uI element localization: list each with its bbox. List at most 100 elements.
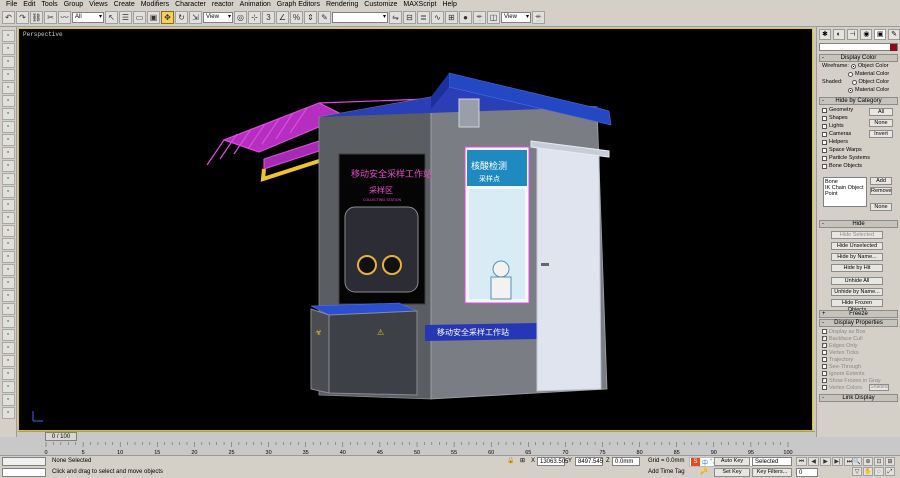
particle-systems-checkbox[interactable] [822, 155, 827, 161]
prop-vertex-colors[interactable]: Vertex Colors Shaded [817, 384, 900, 391]
lt-tool-24-icon[interactable]: ▫ [1, 329, 15, 341]
helpers-checkbox[interactable] [822, 139, 827, 145]
select-by-name-icon[interactable]: ☰ [119, 11, 132, 24]
y-coordinate-field[interactable]: 8497.545 [575, 457, 603, 466]
menu-file[interactable]: File [3, 0, 20, 9]
bind-space-warp-icon[interactable]: 〰 [58, 11, 71, 24]
unlink-icon[interactable]: ✂ [44, 11, 57, 24]
lt-tool-13-icon[interactable]: ▫ [1, 186, 15, 198]
menu-character[interactable]: Character [172, 0, 209, 9]
hide-by-name-button[interactable]: Hide by Name... [831, 253, 883, 261]
shaded-material-color-radio[interactable] [848, 87, 853, 93]
category-particle-systems[interactable]: Particle Systems [817, 154, 870, 162]
menu-rendering[interactable]: Rendering [323, 0, 361, 9]
quick-render-icon[interactable]: ☕ [532, 11, 545, 24]
perspective-viewport[interactable]: Perspective 移动安全采样工作站 采样区 COLLECTING STA… [18, 28, 813, 431]
select-and-rotate-icon[interactable]: ↻ [175, 11, 188, 24]
lt-tool-21-icon[interactable]: ▫ [1, 290, 15, 302]
pan-icon[interactable]: ✋ [863, 467, 873, 476]
lt-tool-3-icon[interactable]: ▫ [1, 56, 15, 68]
set-key-button[interactable]: Set Key [714, 468, 750, 477]
absolute-mode-icon[interactable]: ⊞ [520, 457, 525, 466]
menu-edit[interactable]: Edit [20, 0, 38, 9]
material-editor-icon[interactable]: ● [459, 11, 472, 24]
menu-help[interactable]: Help [439, 0, 459, 9]
menu-modifiers[interactable]: Modifiers [138, 0, 172, 9]
hierarchy-tab-icon[interactable]: ⊣ [846, 29, 859, 40]
category-space-warps[interactable]: Space Warps [817, 146, 870, 154]
zoom-icon[interactable]: 🔍 [852, 457, 862, 466]
time-slider-thumb[interactable]: 0 / 100 [45, 432, 77, 441]
filter-item-point[interactable]: Point [825, 191, 865, 197]
previous-frame-icon[interactable]: ◀ [808, 457, 819, 466]
see-through-checkbox[interactable] [822, 364, 827, 369]
menu-create[interactable]: Create [111, 0, 138, 9]
spinner-snap-icon[interactable]: ⇕ [304, 11, 317, 24]
arc-rotate-icon[interactable]: ◌ [874, 467, 884, 476]
pivot-center-icon[interactable]: ◎ [234, 11, 247, 24]
lt-tool-16-icon[interactable]: ▫ [1, 225, 15, 237]
lt-tool-10-icon[interactable]: ▫ [1, 147, 15, 159]
lights-checkbox[interactable] [822, 123, 827, 129]
category-cameras[interactable]: Cameras [817, 130, 870, 138]
wireframe-material-color-radio[interactable] [848, 71, 853, 77]
edges-only-checkbox[interactable] [822, 341, 827, 349]
lt-tool-14-icon[interactable]: ▫ [1, 199, 15, 211]
track-bar-ruler[interactable]: 0 5 10 15 20 25 30 35 40 45 50 55 60 65 70 75 80 85 90 95 10… [18, 442, 815, 455]
render-type-icon[interactable]: ◫ [487, 11, 500, 24]
mirror-icon[interactable]: ⇋ [389, 11, 402, 24]
object-name-field[interactable] [819, 43, 898, 51]
shaded-object-color-radio[interactable] [851, 79, 857, 85]
utilities-tab-icon[interactable]: ✎ [888, 29, 900, 40]
modify-tab-icon[interactable]: ◐ [832, 29, 845, 40]
schematic-view-icon[interactable]: ⊞ [445, 11, 458, 24]
percent-snap-icon[interactable]: % [290, 11, 303, 24]
lt-tool-6-icon[interactable]: ▫ [1, 95, 15, 107]
curve-editor-icon[interactable]: ∿ [431, 11, 444, 24]
lt-tool-1-icon[interactable]: ▫ [1, 30, 15, 42]
rollup-hide[interactable]: - Hide [819, 220, 898, 228]
track-bar[interactable]: 0 5 10 15 20 25 30 35 40 45 50 55 60 65 70 75 80 85 90 95 10… [18, 442, 815, 455]
render-scene-icon[interactable]: ☕ [473, 11, 486, 24]
go-to-start-icon[interactable]: ⏮ [796, 457, 807, 466]
category-invert-button[interactable]: Invert [869, 130, 893, 138]
cameras-checkbox[interactable] [822, 131, 827, 137]
ime-logo-icon[interactable]: S [691, 458, 700, 466]
maxscript-mini-listener[interactable] [2, 468, 46, 477]
menu-maxscript[interactable]: MAXScript [400, 0, 439, 9]
angle-snap-icon[interactable]: ∠ [276, 11, 289, 24]
lt-tool-18-icon[interactable]: ▫ [1, 251, 15, 263]
category-lights[interactable]: Lights [817, 122, 870, 130]
show-frozen-gray-checkbox[interactable] [822, 376, 827, 384]
lt-tool-29-icon[interactable]: ▫ [1, 394, 15, 406]
select-and-move-icon[interactable]: ✥ [161, 11, 174, 24]
layer-manager-icon[interactable]: ≣ [417, 11, 430, 24]
wireframe-object-color-radio[interactable] [850, 63, 856, 69]
unhide-by-name-button[interactable]: Unhide by Name... [831, 288, 883, 296]
hide-unselected-button[interactable]: Hide Unselected [831, 242, 883, 250]
filter-remove-button[interactable]: Remove [870, 187, 892, 195]
lt-tool-19-icon[interactable]: ▫ [1, 264, 15, 276]
snap-toggle-icon[interactable]: 3 [262, 11, 275, 24]
category-none-button[interactable]: None [869, 119, 893, 127]
lt-tool-7-icon[interactable]: ▫ [1, 108, 15, 120]
rollup-hide-by-category[interactable]: - Hide by Category [819, 97, 898, 105]
filter-listbox[interactable]: Bone IK Chain Object Point [823, 177, 867, 207]
menu-views[interactable]: Views [86, 0, 111, 9]
play-icon[interactable]: ▶ [820, 457, 831, 466]
shapes-checkbox[interactable] [822, 115, 827, 121]
lt-tool-15-icon[interactable]: ▫ [1, 212, 15, 224]
rect-selection-icon[interactable]: ▭ [133, 11, 146, 24]
zoom-all-icon[interactable]: ⊕ [863, 457, 873, 466]
select-object-icon[interactable]: ↖ [105, 11, 118, 24]
menu-graph-editors[interactable]: Graph Editors [274, 0, 323, 9]
zoom-extents-all-icon[interactable]: ⊞ [885, 457, 895, 466]
shaded-button[interactable]: Shaded [869, 384, 889, 391]
window-crossing-icon[interactable]: ▣ [147, 11, 160, 24]
menu-group[interactable]: Group [61, 0, 86, 9]
space-warps-checkbox[interactable] [822, 147, 827, 153]
key-filters-button[interactable]: Key Filters... [752, 468, 792, 477]
time-slider-bar[interactable]: 0 / 100 [18, 431, 815, 442]
lt-tool-25-icon[interactable]: ▫ [1, 342, 15, 354]
lt-tool-12-icon[interactable]: ▫ [1, 173, 15, 185]
